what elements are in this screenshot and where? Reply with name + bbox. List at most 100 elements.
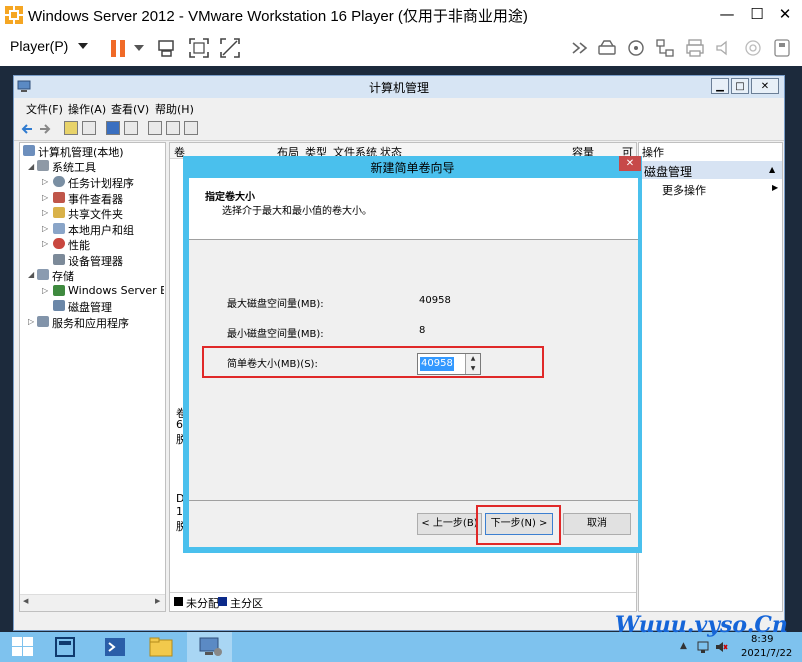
actions-header: 操作 xyxy=(642,146,664,159)
help-icon[interactable] xyxy=(106,121,120,135)
back-button[interactable]: < 上一步(B) xyxy=(417,513,482,535)
expand-arrow-icon[interactable]: ▷ xyxy=(42,177,48,186)
scroll-left-icon[interactable]: ◀ xyxy=(23,597,28,605)
expand-arrow-icon[interactable]: ▷ xyxy=(42,239,48,248)
local-users-icon xyxy=(53,223,65,234)
server-manager-icon[interactable] xyxy=(53,635,77,659)
send-ctrl-alt-del-icon[interactable] xyxy=(156,37,178,59)
expand-arrow-icon[interactable]: ▷ xyxy=(42,208,48,217)
clock-date: 2021/7/22 xyxy=(741,648,793,659)
event-viewer-icon xyxy=(53,192,65,203)
more-actions-arrow-icon[interactable]: ▶ xyxy=(772,183,778,192)
close-button[interactable]: ✕ xyxy=(774,3,796,25)
cm-minimize-button[interactable]: ▁ xyxy=(711,78,729,94)
tree-item-services-applications[interactable]: 服务和应用程序 xyxy=(52,315,129,331)
more-actions-item[interactable]: 更多操作 xyxy=(662,182,706,198)
tree-item-local-users-groups[interactable]: 本地用户和组 xyxy=(68,222,134,238)
volume-muted-tray-icon[interactable] xyxy=(714,640,728,654)
player-dropdown-icon[interactable] xyxy=(78,43,88,51)
camera-icon[interactable] xyxy=(742,37,764,59)
disk-legend: 未分配 主分区 xyxy=(170,592,636,611)
max-space-label: 最大磁盘空间量(MB): xyxy=(227,299,324,310)
wizard-title: 新建简单卷向导 xyxy=(370,161,455,175)
tree-item-shared-folders[interactable]: 共享文件夹 xyxy=(68,206,123,222)
fast-forward-icon[interactable] xyxy=(570,37,592,59)
collapse-arrow-icon[interactable]: ◢ xyxy=(28,162,34,171)
wizard-header: 指定卷大小 选择介于最大和最小值的卷大小。 xyxy=(189,178,638,240)
windows-start-icon[interactable] xyxy=(12,637,34,657)
pause-dropdown-icon[interactable] xyxy=(134,45,144,53)
computer-management-taskbar-icon[interactable] xyxy=(197,635,223,659)
actions-group-disk-management[interactable]: 磁盘管理 xyxy=(644,163,692,180)
tree-item-computer-management[interactable]: 计算机管理(本地) xyxy=(38,144,124,160)
storage-icon xyxy=(37,269,49,280)
cm-titlebar: 计算机管理 ▁ □ ✕ xyxy=(14,76,784,98)
printer-icon[interactable] xyxy=(684,37,706,59)
minimize-button[interactable]: — xyxy=(716,3,738,25)
maximize-button[interactable]: ☐ xyxy=(746,3,768,25)
refresh-icon[interactable] xyxy=(148,121,162,135)
wizard-footer-divider xyxy=(189,500,638,501)
sound-icon[interactable] xyxy=(713,37,735,59)
properties-icon[interactable] xyxy=(124,121,138,135)
performance-icon xyxy=(53,238,65,249)
min-space-value: 8 xyxy=(419,325,426,336)
collapse-arrow-icon[interactable]: ◢ xyxy=(28,270,34,279)
up-folder-icon[interactable] xyxy=(64,121,78,135)
tree-item-storage[interactable]: 存储 xyxy=(52,268,74,284)
cm-maximize-button[interactable]: □ xyxy=(731,78,749,94)
menu-help[interactable]: 帮助(H) xyxy=(155,101,194,117)
cancel-button[interactable]: 取消 xyxy=(563,513,631,535)
show-hide-tree-icon[interactable] xyxy=(82,121,96,135)
watermark-text: Wuuu.vyso.Cn xyxy=(615,612,788,638)
unity-icon[interactable] xyxy=(219,37,241,59)
export-icon[interactable] xyxy=(184,121,198,135)
tree-item-disk-management[interactable]: 磁盘管理 xyxy=(68,299,112,315)
back-arrow-icon[interactable] xyxy=(20,122,34,136)
tree-item-performance[interactable]: 性能 xyxy=(68,237,90,253)
fullscreen-icon[interactable] xyxy=(188,37,210,59)
tray-chevron-icon[interactable]: ▲ xyxy=(680,641,687,651)
wizard-close-button[interactable]: ✕ xyxy=(619,156,641,171)
file-explorer-icon[interactable] xyxy=(148,635,174,659)
cm-toolbar xyxy=(14,118,784,141)
expand-arrow-icon[interactable]: ▷ xyxy=(42,224,48,233)
wizard-titlebar: 新建简单卷向导 xyxy=(183,156,642,178)
settings-icon[interactable] xyxy=(166,121,180,135)
host-window-title: Windows Server 2012 - VMware Workstation… xyxy=(28,8,528,25)
tree-item-system-tools[interactable]: 系统工具 xyxy=(52,159,96,175)
cd-drive-icon[interactable] xyxy=(625,37,647,59)
network-adapter-icon[interactable] xyxy=(654,37,676,59)
task-scheduler-icon xyxy=(53,176,65,187)
pause-icon[interactable] xyxy=(108,37,130,59)
computer-icon xyxy=(23,145,35,156)
hard-disk-icon[interactable] xyxy=(596,37,618,59)
cm-close-button[interactable]: ✕ xyxy=(751,78,779,94)
powershell-icon[interactable] xyxy=(103,635,127,659)
menu-view[interactable]: 查看(V) xyxy=(111,101,149,117)
device-manager-icon xyxy=(53,254,65,265)
windows-backup-icon xyxy=(53,285,65,296)
tree-item-device-manager[interactable]: 设备管理器 xyxy=(68,253,123,269)
expand-arrow-icon[interactable]: ▷ xyxy=(42,193,48,202)
max-space-value: 40958 xyxy=(419,295,451,306)
expand-arrow-icon[interactable]: ▷ xyxy=(42,286,48,295)
tree-item-task-scheduler[interactable]: 任务计划程序 xyxy=(68,175,134,191)
cm-menubar: 文件(F) 操作(A) 查看(V) 帮助(H) xyxy=(14,98,784,118)
scroll-right-icon[interactable]: ▶ xyxy=(155,597,160,605)
size-highlight-box xyxy=(202,346,544,378)
network-tray-icon[interactable] xyxy=(696,640,710,654)
usb-icon[interactable] xyxy=(771,37,793,59)
tree-item-event-viewer[interactable]: 事件查看器 xyxy=(68,191,123,207)
menu-action[interactable]: 操作(A) xyxy=(68,101,106,117)
host-titlebar: Windows Server 2012 - VMware Workstation… xyxy=(0,0,802,30)
player-menu[interactable]: Player(P) xyxy=(10,38,68,54)
tree-item-windows-server-backup[interactable]: Windows Server Back xyxy=(68,284,164,297)
forward-arrow-icon[interactable] xyxy=(38,122,52,136)
tree-horizontal-scrollbar[interactable] xyxy=(20,594,165,611)
menu-file[interactable]: 文件(F) xyxy=(26,101,63,117)
expand-arrow-icon[interactable]: ▷ xyxy=(28,317,34,326)
min-space-label: 最小磁盘空间量(MB): xyxy=(227,329,324,340)
collapse-up-icon[interactable]: ▲ xyxy=(769,165,775,174)
host-toolbar: Player(P) xyxy=(0,30,802,67)
